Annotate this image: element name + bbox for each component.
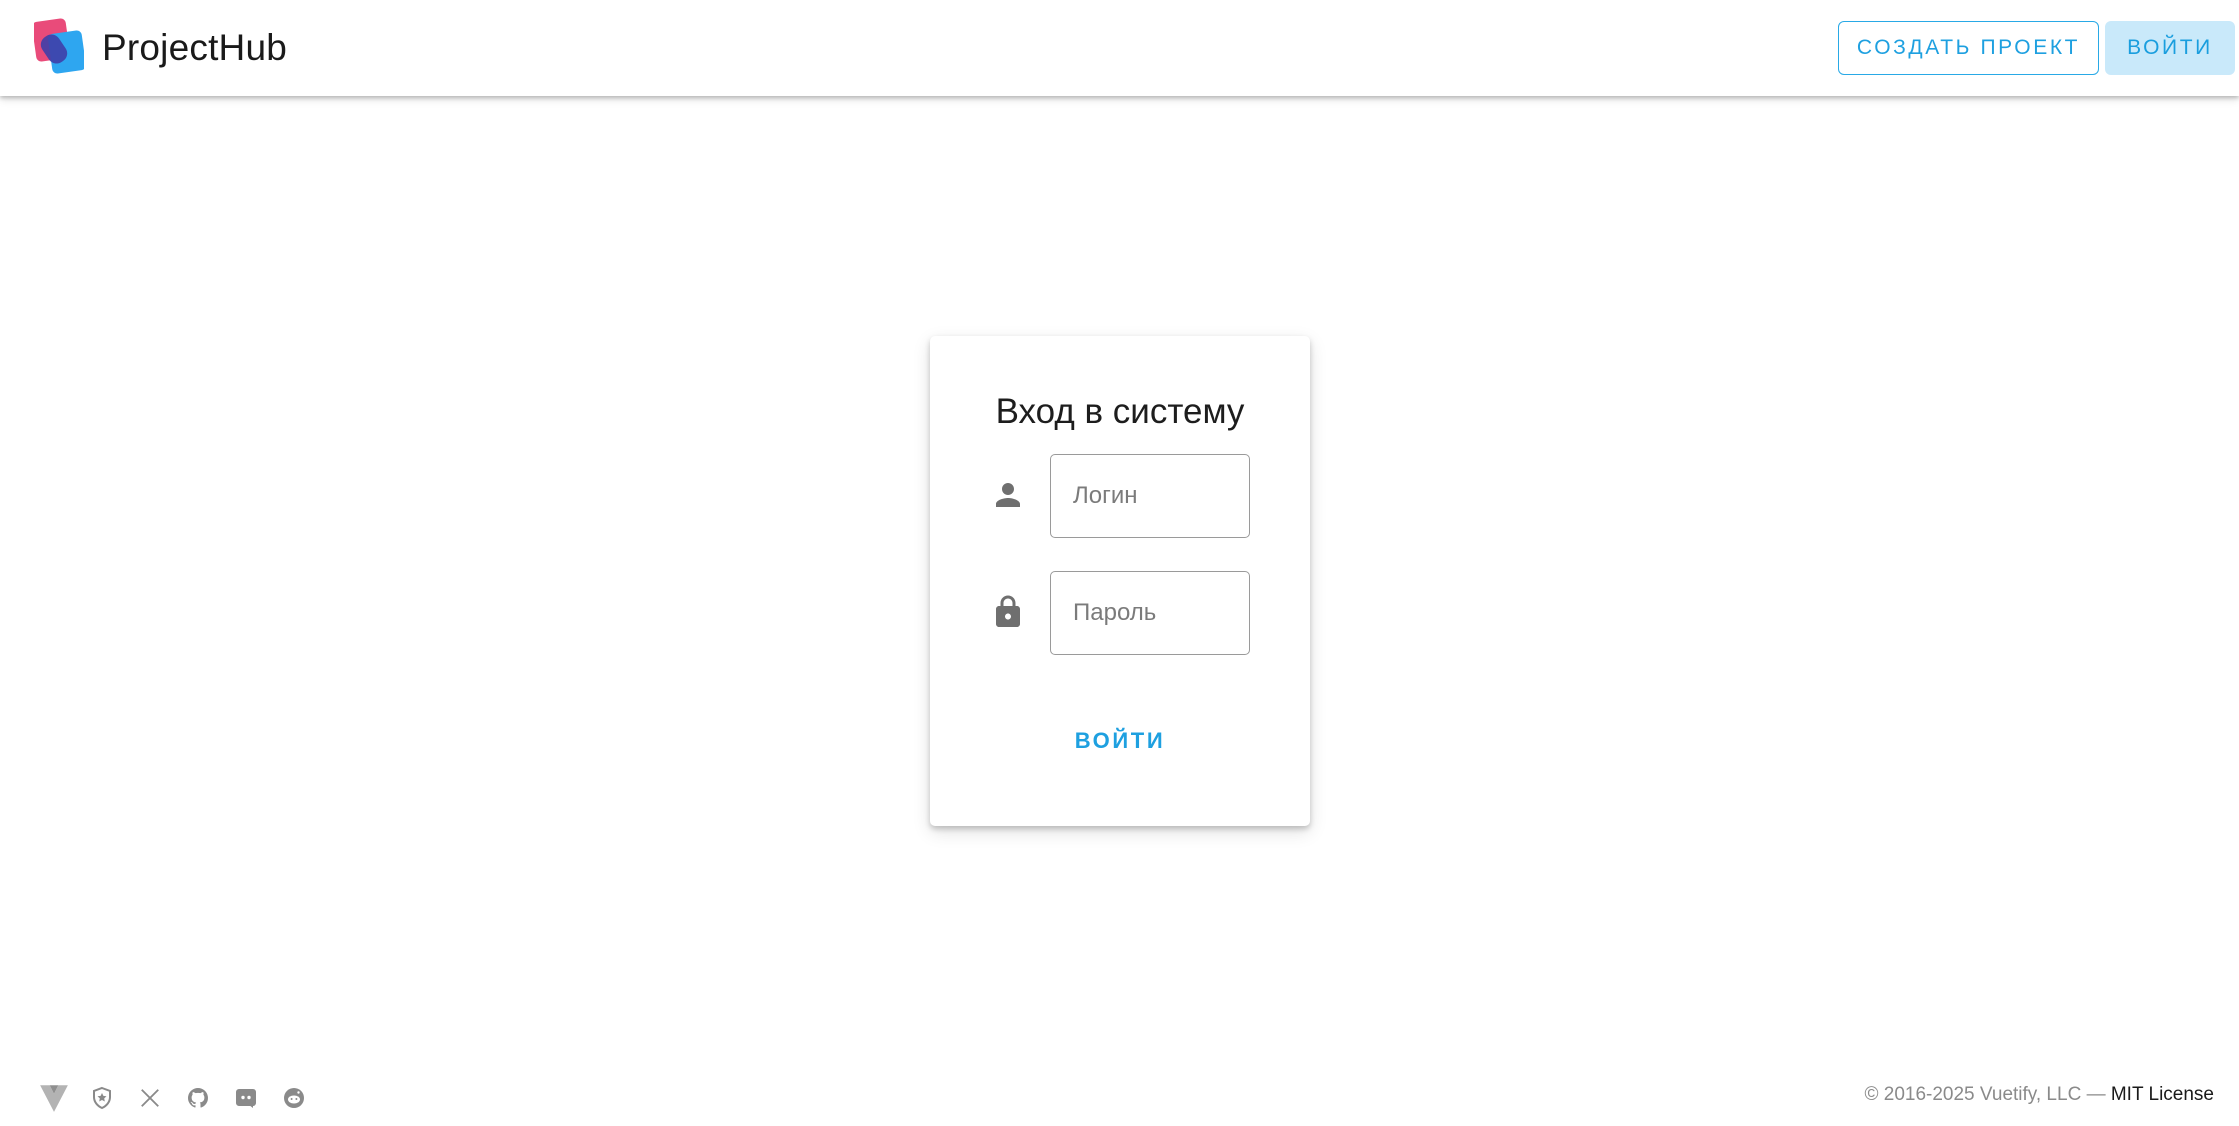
account-icon xyxy=(990,477,1026,513)
mit-license-link[interactable]: MIT License xyxy=(2111,1084,2214,1105)
create-project-button[interactable]: СОЗДАТЬ ПРОЕКТ xyxy=(1838,21,2099,75)
reddit-icon[interactable] xyxy=(276,1080,312,1116)
shield-icon[interactable] xyxy=(84,1080,120,1116)
projecthub-logo-icon[interactable] xyxy=(32,18,86,76)
vuetify-logo-icon[interactable] xyxy=(36,1080,72,1116)
copyright-prefix: © 2016-2025 Vuetify, LLC — xyxy=(1864,1084,2111,1105)
login-card: Вход в систему ВОЙТИ xyxy=(930,336,1310,826)
github-icon[interactable] xyxy=(180,1080,216,1116)
brand-title[interactable]: ProjectHub xyxy=(102,25,287,71)
login-input[interactable] xyxy=(1050,454,1250,538)
lock-icon xyxy=(990,594,1026,630)
app-bar: ProjectHub СОЗДАТЬ ПРОЕКТ ВОЙТИ xyxy=(0,0,2239,96)
x-twitter-icon[interactable] xyxy=(132,1080,168,1116)
login-submit-button[interactable]: ВОЙТИ xyxy=(1060,716,1180,766)
header-login-button[interactable]: ВОЙТИ xyxy=(2105,21,2235,75)
footer-social-links xyxy=(36,1080,324,1116)
copyright-text: © 2016-2025 Vuetify, LLC — MIT License xyxy=(1864,1084,2214,1106)
login-title: Вход в систему xyxy=(995,392,1245,431)
password-input[interactable] xyxy=(1050,571,1250,655)
discord-icon[interactable] xyxy=(228,1080,264,1116)
